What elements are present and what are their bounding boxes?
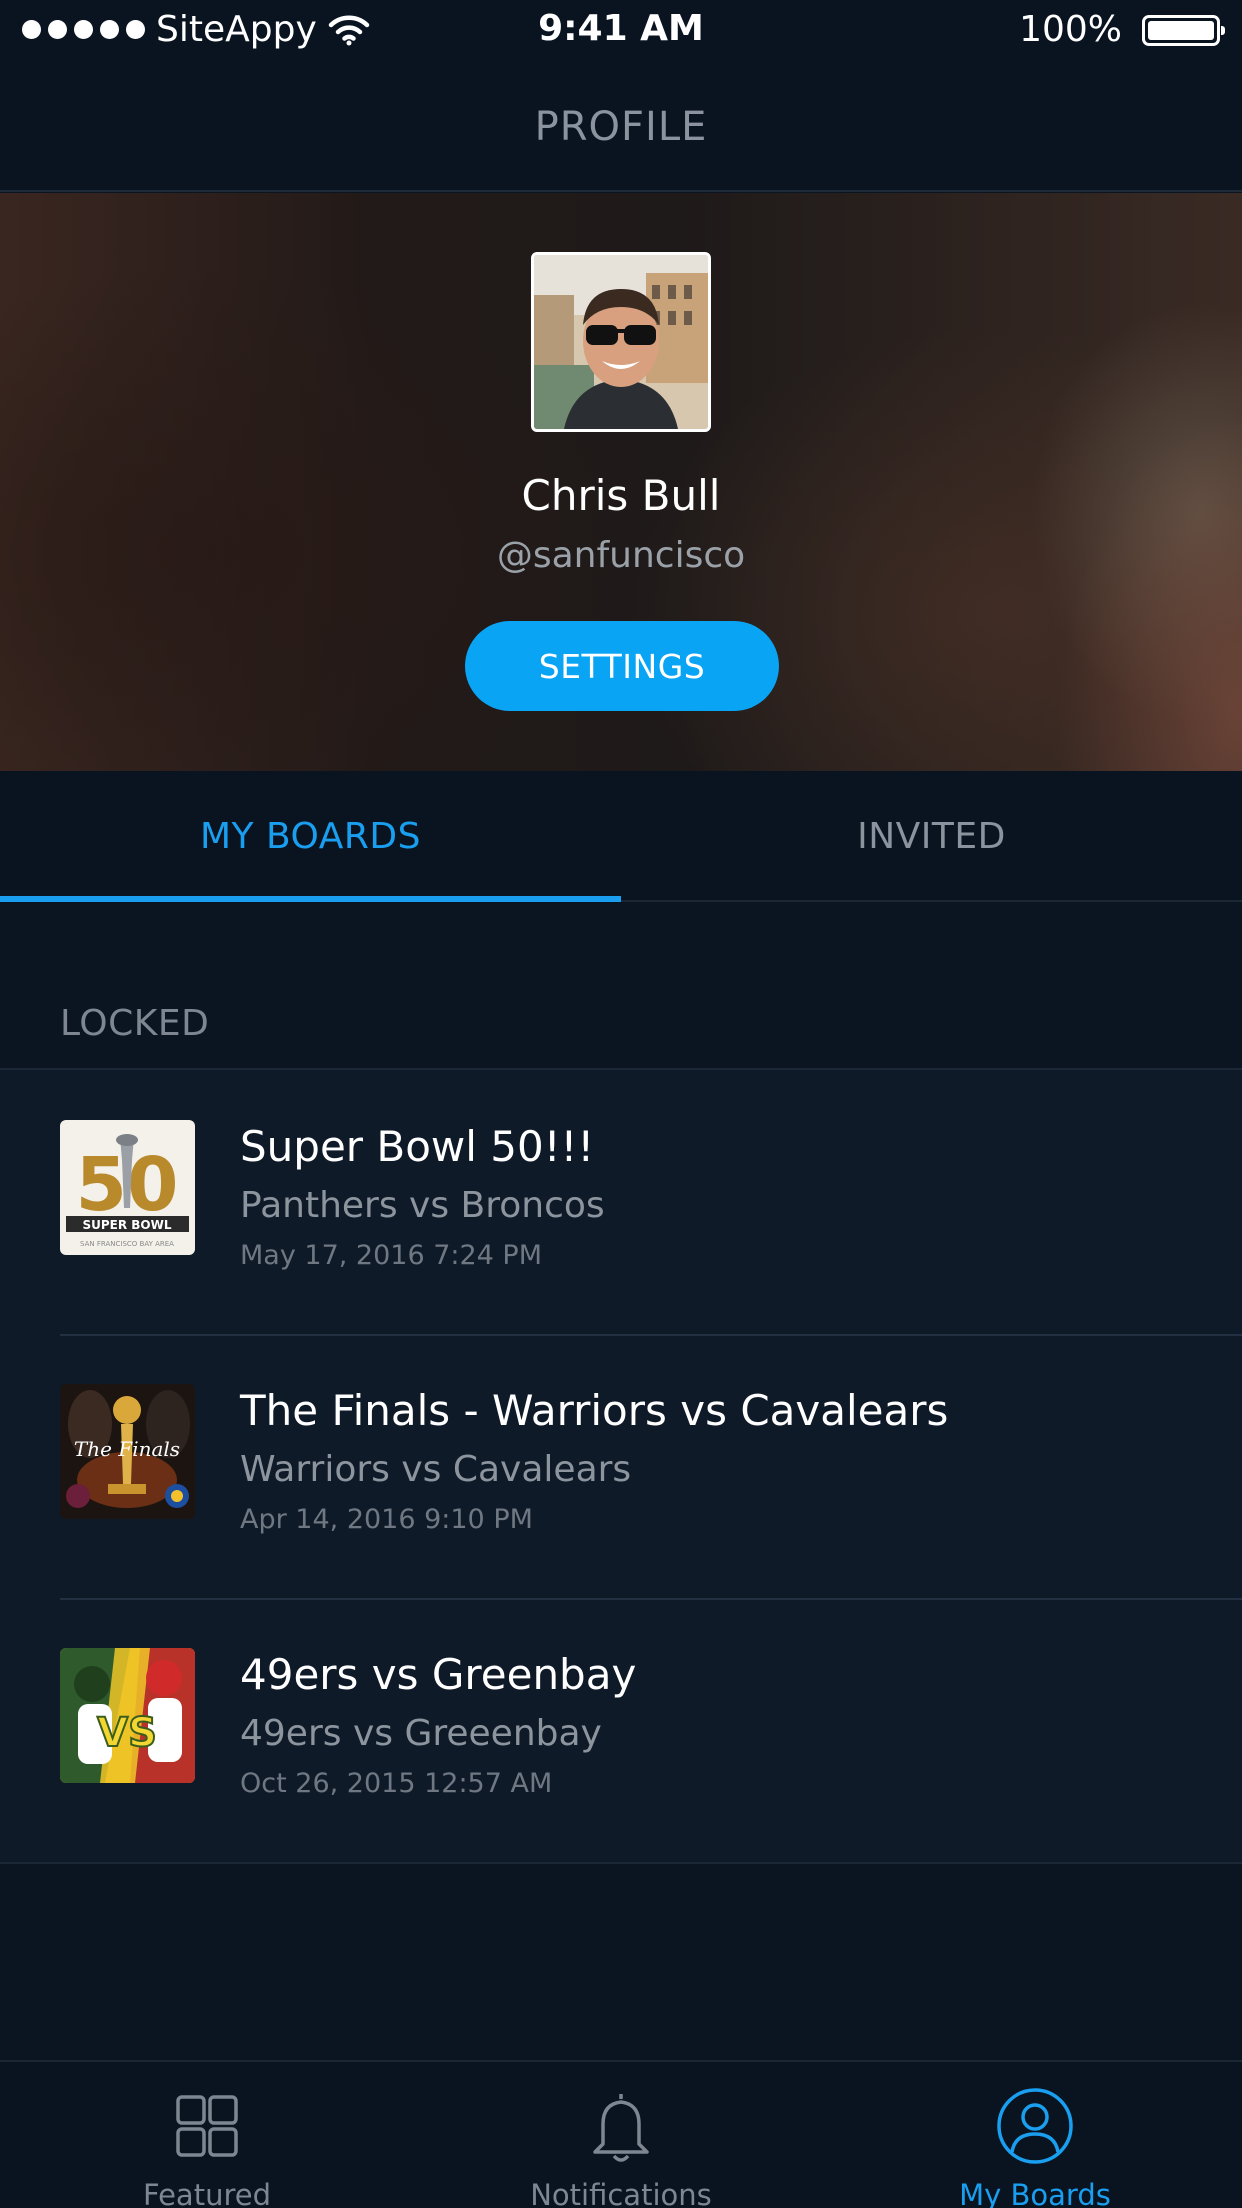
board-date: Apr 14, 2016 9:10 PM xyxy=(240,1504,533,1535)
settings-button[interactable]: SETTINGS xyxy=(465,621,779,711)
list-item[interactable]: 50 SUPER BOWL SAN FRANCISCO BAY AREA Sup… xyxy=(0,1070,1242,1334)
tabbar-item-notifications[interactable]: Notifications xyxy=(414,2062,828,2208)
board-matchup: 49ers vs Greeenbay xyxy=(240,1713,602,1754)
section-title: LOCKED xyxy=(60,1003,210,1044)
status-bar: SiteAppy 9:41 AM 100% xyxy=(0,0,1242,60)
tabbar-label: Featured xyxy=(143,2178,271,2208)
svg-text:The Finals: The Finals xyxy=(74,1437,180,1461)
board-tabs: MY BOARDS INVITED xyxy=(0,771,1242,902)
board-date: Oct 26, 2015 12:57 AM xyxy=(240,1768,553,1799)
board-list: 50 SUPER BOWL SAN FRANCISCO BAY AREA Sup… xyxy=(0,1070,1242,1864)
avatar[interactable] xyxy=(531,252,711,432)
board-matchup: Panthers vs Broncos xyxy=(240,1185,605,1226)
profile-name: Chris Bull xyxy=(521,471,721,520)
grid-icon xyxy=(176,2095,238,2157)
board-title: 49ers vs Greenbay xyxy=(240,1650,637,1699)
battery-percentage: 100% xyxy=(1019,9,1122,50)
profile-photo xyxy=(534,255,708,429)
page-title: PROFILE xyxy=(534,104,708,150)
svg-text:SAN FRANCISCO BAY AREA: SAN FRANCISCO BAY AREA xyxy=(80,1240,174,1248)
profile-handle: @sanfuncisco xyxy=(496,535,746,576)
svg-text:SUPER BOWL: SUPER BOWL xyxy=(82,1218,171,1232)
board-title: Super Bowl 50!!! xyxy=(240,1122,595,1171)
board-title: The Finals - Warriors vs Cavalears xyxy=(240,1386,949,1435)
super-bowl-logo: 50 SUPER BOWL SAN FRANCISCO BAY AREA xyxy=(60,1120,195,1255)
board-date: May 17, 2016 7:24 PM xyxy=(240,1240,543,1271)
matchup-image: VS xyxy=(60,1648,195,1783)
tab-invited[interactable]: INVITED xyxy=(621,771,1242,902)
bell-icon xyxy=(593,2094,649,2162)
list-item[interactable]: VS 49ers vs Greenbay 49ers vs Greeenbay … xyxy=(0,1598,1242,1862)
list-item[interactable]: The Finals The Finals - Warriors vs Cava… xyxy=(0,1334,1242,1598)
navigation-bar: PROFILE xyxy=(0,60,1242,192)
battery-icon xyxy=(1142,15,1225,46)
user-icon xyxy=(997,2088,1073,2164)
bottom-tab-bar: Featured Notifications My Boards xyxy=(0,2060,1242,2208)
divider xyxy=(0,1862,1242,1864)
nba-finals-logo: The Finals xyxy=(60,1384,195,1519)
active-tab-indicator xyxy=(0,896,621,902)
board-matchup: Warriors vs Cavalears xyxy=(240,1449,632,1490)
tab-my-boards[interactable]: MY BOARDS xyxy=(0,771,621,902)
tabbar-item-my-boards[interactable]: My Boards xyxy=(828,2062,1242,2208)
tabbar-label: My Boards xyxy=(959,2178,1111,2208)
tabbar-item-featured[interactable]: Featured xyxy=(0,2062,414,2208)
app-screen: SiteAppy 9:41 AM 100% PROFILE Chris Bull… xyxy=(0,0,1242,2208)
profile-header: Chris Bull @sanfuncisco SETTINGS xyxy=(0,193,1242,771)
tabbar-label: Notifications xyxy=(530,2178,712,2208)
svg-text:VS: VS xyxy=(97,1710,157,1756)
